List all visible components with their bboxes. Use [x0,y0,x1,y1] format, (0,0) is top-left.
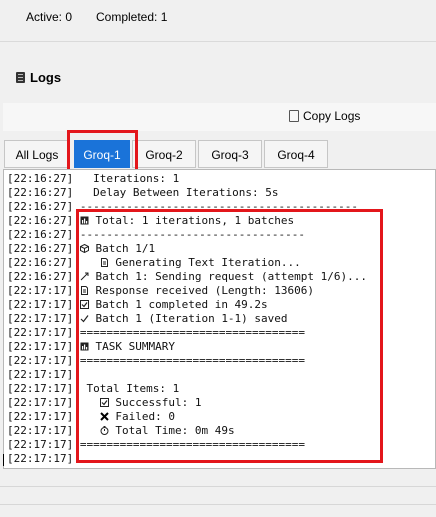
status-panel: Active: 0 Completed: 1 [0,0,436,42]
clipboard-icon [289,110,299,122]
log-line: [22:17:17] [7,452,73,466]
log-timestamp: [22:16:27] [7,228,74,241]
log-timestamp: [22:17:17] [7,340,74,353]
log-timestamp: [22:17:17] [7,354,74,367]
tab-groq-3[interactable]: Groq-3 [198,140,262,168]
divider [0,504,436,505]
log-timestamp: [22:17:17] [7,284,74,297]
log-timestamp: [22:16:27] [7,242,74,255]
log-timestamp: [22:17:17] [7,382,74,395]
log-line: [22:16:27] Iterations: 1 [7,172,179,186]
active-count: Active: 0 [26,10,73,24]
logs-icon [16,72,25,83]
completed-count: Completed: 1 [96,10,168,24]
log-timestamp: [22:17:17] [7,368,74,381]
log-timestamp: [22:17:17] [7,312,74,325]
logs-toolbar: Copy Logs [3,103,436,131]
highlight-box-log [76,209,383,463]
tab-groq-4[interactable]: Groq-4 [264,140,328,168]
copy-logs-label: Copy Logs [303,109,361,123]
logs-section-title: Logs [16,70,61,85]
log-timestamp: [22:16:27] [7,186,74,199]
log-timestamp: [22:17:17] [7,424,74,437]
log-timestamp: [22:16:27] [7,256,74,269]
log-timestamp: [22:17:17] [7,396,74,409]
copy-logs-button[interactable]: Copy Logs [289,109,360,123]
logs-title: Logs [30,70,62,85]
divider [0,486,436,487]
tab-all-logs[interactable]: All Logs [4,140,70,168]
log-timestamp: [22:17:17] [7,438,74,451]
log-timestamp: [22:16:27] [7,172,74,185]
log-text: Iterations: 1 [73,172,180,185]
log-timestamp: [22:16:27] [7,214,74,227]
log-timestamp: [22:17:17] [7,410,74,423]
log-timestamp: [22:16:27] [7,270,74,283]
log-text: Delay Between Iterations: 5s [73,186,279,199]
log-line: [22:17:17] [7,368,73,382]
tab-groq-2[interactable]: Groq-2 [132,140,196,168]
text-cursor [3,454,4,466]
log-timestamp: [22:16:27] [7,200,74,213]
log-timestamp: [22:17:17] [7,326,74,339]
log-timestamp: [22:17:17] [7,298,74,311]
log-line: [22:16:27] Delay Between Iterations: 5s [7,186,279,200]
log-timestamp: [22:17:17] [7,452,74,465]
